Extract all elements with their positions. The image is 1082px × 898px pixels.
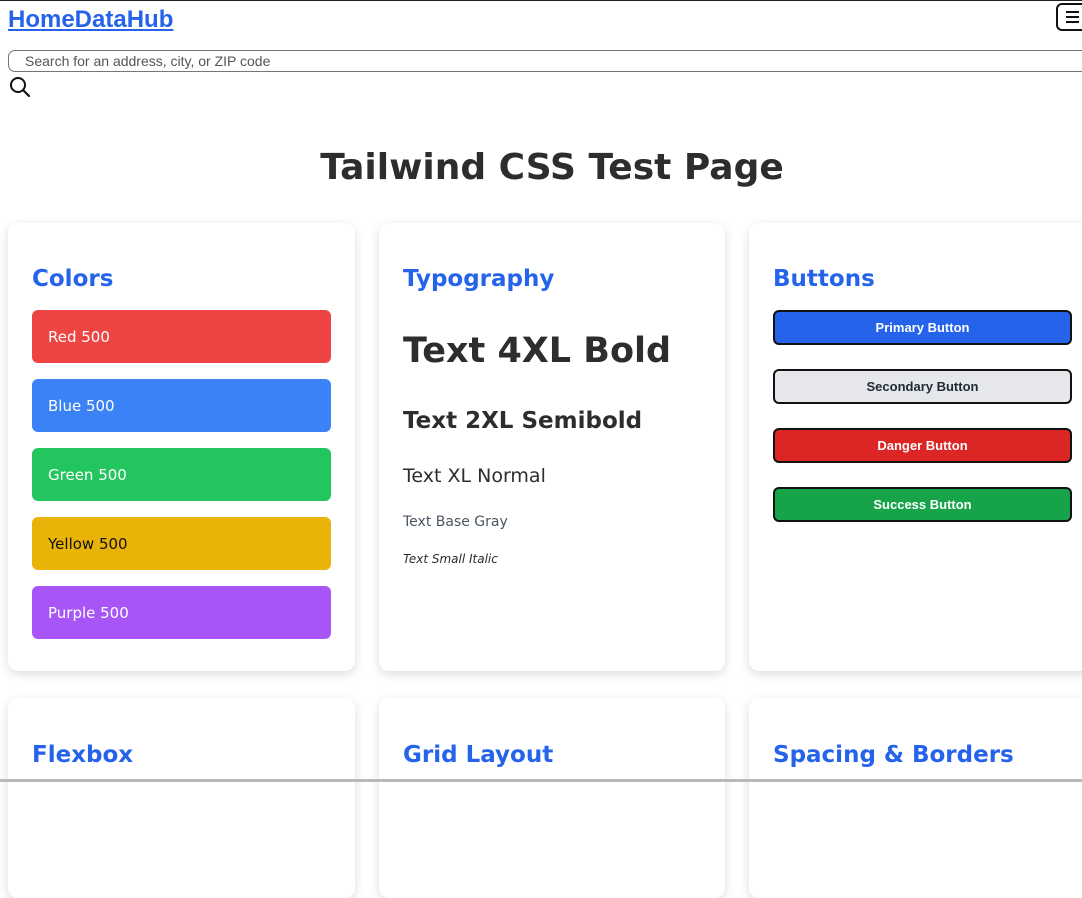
typography-card: Typography Text 4XL Bold Text 2XL Semibo… <box>379 223 725 671</box>
text-2xl-semibold: Text 2XL Semibold <box>403 408 643 434</box>
card-title: Buttons <box>773 266 875 292</box>
primary-button[interactable]: Primary Button <box>773 310 1072 345</box>
hamburger-icon <box>1066 11 1079 23</box>
secondary-button[interactable]: Secondary Button <box>773 369 1072 404</box>
spacing-borders-card: Spacing & Borders <box>749 698 1082 898</box>
page-title: Tailwind CSS Test Page <box>320 147 784 188</box>
search-icon[interactable] <box>9 76 31 98</box>
text-4xl-bold: Text 4XL Bold <box>403 331 672 371</box>
search-input[interactable] <box>8 50 1082 72</box>
color-swatch-purple: Purple 500 <box>32 586 331 639</box>
text-small-italic: Text Small Italic <box>403 552 498 566</box>
flexbox-card: Flexbox <box>8 698 355 898</box>
card-title: Flexbox <box>32 742 134 768</box>
colors-card: Colors Red 500 Blue 500 Green 500 Yellow… <box>8 223 355 671</box>
menu-button[interactable] <box>1056 3 1082 31</box>
danger-button[interactable]: Danger Button <box>773 428 1072 463</box>
color-swatch-blue: Blue 500 <box>32 379 331 432</box>
color-swatch-red: Red 500 <box>32 310 331 363</box>
buttons-card: Buttons Primary Button Secondary Button … <box>749 223 1082 671</box>
text-base-gray: Text Base Gray <box>403 514 508 530</box>
card-title: Spacing & Borders <box>773 742 1014 768</box>
card-title: Typography <box>403 266 555 292</box>
card-title: Grid Layout <box>403 742 554 768</box>
grid-layout-card: Grid Layout <box>379 698 725 898</box>
success-button[interactable]: Success Button <box>773 487 1072 522</box>
card-title: Colors <box>32 266 114 292</box>
color-swatch-yellow: Yellow 500 <box>32 517 331 570</box>
brand-link[interactable]: HomeDataHub <box>8 6 173 34</box>
text-xl-normal: Text XL Normal <box>403 465 546 487</box>
color-swatch-green: Green 500 <box>32 448 331 501</box>
